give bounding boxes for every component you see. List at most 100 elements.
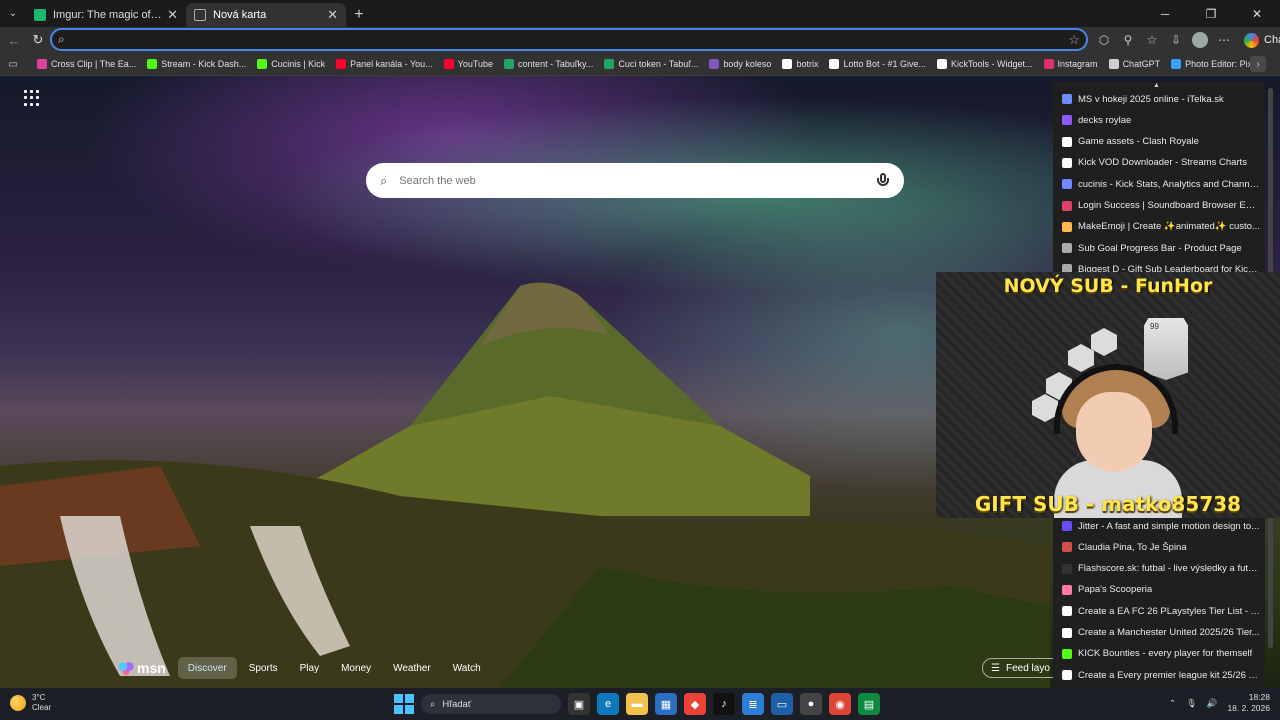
web-search-box[interactable]: ⌕ [366, 163, 904, 198]
reload-icon[interactable]: ↻ [26, 28, 50, 52]
profile-avatar[interactable] [1188, 32, 1212, 48]
history-item[interactable]: KICK Bounties - every player for themsel… [1062, 645, 1260, 663]
bookmark-item[interactable]: Instagram [1043, 59, 1098, 69]
history-item[interactable]: cucinis - Kick Stats, Analytics and Chan… [1062, 175, 1260, 193]
bookmark-item[interactable]: Cucinis | Kick [257, 59, 325, 69]
show-hidden-icons-chevron-icon[interactable]: ⌃ [1169, 698, 1176, 709]
bookmark-label: Cuci token - Tabuľ... [618, 59, 699, 69]
notepad-icon[interactable]: ≣ [742, 693, 764, 715]
omnibox-input[interactable] [68, 32, 1069, 47]
close-tab-icon[interactable]: ✕ [167, 7, 178, 23]
back-icon[interactable]: ← [2, 28, 26, 52]
msn-tab-discover[interactable]: Discover [177, 657, 237, 679]
extensions-puzzle-icon[interactable]: ⚲ [1116, 33, 1140, 47]
more-bookmarks-chevron-icon[interactable]: › [1250, 56, 1266, 72]
bookmark-favicon-icon [709, 59, 720, 69]
bookmark-item[interactable]: Panel kanála - You... [336, 59, 433, 69]
history-item[interactable]: Flashscore.sk: futbal - live výsledky a … [1062, 560, 1260, 578]
extension-icon[interactable]: ⬡ [1092, 33, 1116, 47]
monitor-app-icon[interactable]: ▭ [771, 693, 793, 715]
site-favicon-icon [1062, 521, 1072, 531]
site-favicon-icon [1062, 243, 1072, 254]
msn-tab-money[interactable]: Money [331, 657, 381, 679]
site-favicon-icon [1062, 179, 1072, 190]
site-favicon-icon [1062, 648, 1072, 659]
minimize-icon[interactable]: ─ [1142, 0, 1188, 27]
bookmark-item[interactable]: KickTools - Widget... [937, 59, 1033, 69]
msn-tab-play[interactable]: Play [290, 657, 329, 679]
search-icon: ⌕ [380, 172, 388, 188]
file-explorer-icon[interactable]: ▬ [626, 693, 648, 715]
menu-dots-icon[interactable]: ⋯ [1212, 33, 1236, 47]
edge-browser-icon[interactable]: e [597, 693, 619, 715]
close-tab-icon[interactable]: ✕ [327, 7, 338, 23]
history-item[interactable]: decks roylae [1062, 111, 1260, 129]
task-view-icon[interactable]: ▣ [568, 693, 590, 715]
bookmark-item[interactable]: botrix [782, 59, 818, 69]
history-item[interactable]: Kick VOD Downloader - Streams Charts [1062, 154, 1260, 172]
bookmark-item[interactable]: content - Tabuľky... [504, 59, 593, 69]
taskbar-search[interactable]: ⌕ Hľadať [421, 694, 561, 714]
history-item-title: MakeEmoji | Create ✨animated✨ custo... [1078, 221, 1260, 233]
tab-search-button[interactable]: ⌄ [0, 0, 26, 27]
history-item[interactable]: MakeEmoji | Create ✨animated✨ custo... [1062, 218, 1260, 236]
bookmark-item[interactable]: body koleso [709, 59, 771, 69]
bookmark-item[interactable]: Cross Clip | The Ea... [37, 59, 136, 69]
bookmark-item[interactable]: Lotto Bot - #1 Give... [829, 59, 926, 69]
history-item[interactable]: Claudia Pina, To Je Špina [1062, 538, 1260, 556]
avatar [1192, 32, 1208, 48]
search-input[interactable] [399, 174, 876, 187]
tab-new-tab[interactable]: Nová karta ✕ [186, 3, 346, 27]
bookmark-label: Cucinis | Kick [271, 59, 326, 69]
microphone-icon[interactable]: 🎙 [1186, 698, 1197, 709]
volume-icon[interactable]: 🔊 [1207, 698, 1218, 709]
address-bar[interactable]: ⌕ ☆ [50, 28, 1088, 51]
sidebar-toggle-icon[interactable]: ▭ [0, 59, 26, 70]
diamond-app-icon[interactable]: ◆ [684, 693, 706, 715]
obs-icon[interactable]: ● [800, 693, 822, 715]
feed-layout-label: Feed layo [1005, 662, 1050, 674]
history-item-title: MS v hokeji 2025 online - iTelka.sk [1078, 93, 1224, 105]
weather-widget[interactable]: 3°C Clear [10, 693, 51, 713]
chat-button[interactable]: Chatovať [1244, 32, 1280, 48]
msn-tab-sports[interactable]: Sports [239, 657, 288, 679]
msn-logo[interactable]: msn [118, 660, 166, 676]
bookmark-item[interactable]: ChatGPT [1108, 59, 1160, 69]
tiktok-icon[interactable]: ♪ [713, 693, 735, 715]
clock[interactable]: 18:28 18. 2. 2026 [1227, 692, 1270, 714]
downloads-icon[interactable]: ⇩ [1164, 33, 1188, 47]
history-item[interactable]: Login Success | Soundboard Browser Exte.… [1062, 197, 1260, 215]
history-item[interactable]: Create a EA FC 26 PLaystyles Tier List -… [1062, 602, 1260, 620]
windows-taskbar: 3°C Clear ⌕ Hľadať ▣ e ▬ ▦ ◆ ♪ ≣ ▭ ● ◉ ▤… [0, 688, 1280, 720]
bookmark-item[interactable]: YouTube [443, 59, 493, 69]
close-window-icon[interactable]: ✕ [1234, 0, 1280, 27]
favorites-icon[interactable]: ☆ [1140, 33, 1164, 47]
date: 18. 2. 2026 [1227, 703, 1270, 713]
search-icon: ⌕ [58, 32, 65, 46]
microphone-icon[interactable] [876, 172, 890, 189]
history-item[interactable]: Sub Goal Progress Bar - Product Page [1062, 239, 1260, 257]
history-item[interactable]: Papa's Scooperia [1062, 581, 1260, 599]
kick-app-icon[interactable]: ▤ [858, 693, 880, 715]
history-item[interactable]: Game assets - Clash Royale [1062, 133, 1260, 151]
scroll-up-icon[interactable]: ▲ [1153, 82, 1160, 89]
bookmark-favicon-icon [782, 59, 793, 69]
bookmark-star-icon[interactable]: ☆ [1068, 32, 1080, 48]
chrome-icon[interactable]: ◉ [829, 693, 851, 715]
new-tab-button[interactable]: + [346, 3, 372, 27]
maximize-icon[interactable]: ❐ [1188, 0, 1234, 27]
bookmark-item[interactable]: Cuci token - Tabuľ... [604, 59, 698, 69]
msn-tab-weather[interactable]: Weather [383, 657, 441, 679]
history-item[interactable]: Jitter - A fast and simple motion design… [1062, 517, 1260, 535]
bookmark-label: Panel kanála - You... [350, 59, 433, 69]
tab-imgur[interactable]: Imgur: The magic of the Internet ✕ [26, 3, 186, 27]
history-item[interactable]: MS v hokeji 2025 online - iTelka.sk [1062, 90, 1260, 108]
apps-grid-icon[interactable] [24, 90, 40, 106]
history-item[interactable]: Create a Manchester United 2025/26 Tier.… [1062, 624, 1260, 642]
history-item[interactable]: Create a Every premier league kit 25/26 … [1062, 666, 1260, 684]
tab-title: Nová karta [213, 9, 267, 21]
bookmark-item[interactable]: Stream - Kick Dash... [147, 59, 246, 69]
windows-start-icon[interactable] [394, 694, 414, 714]
msn-tab-watch[interactable]: Watch [443, 657, 491, 679]
store-icon[interactable]: ▦ [655, 693, 677, 715]
